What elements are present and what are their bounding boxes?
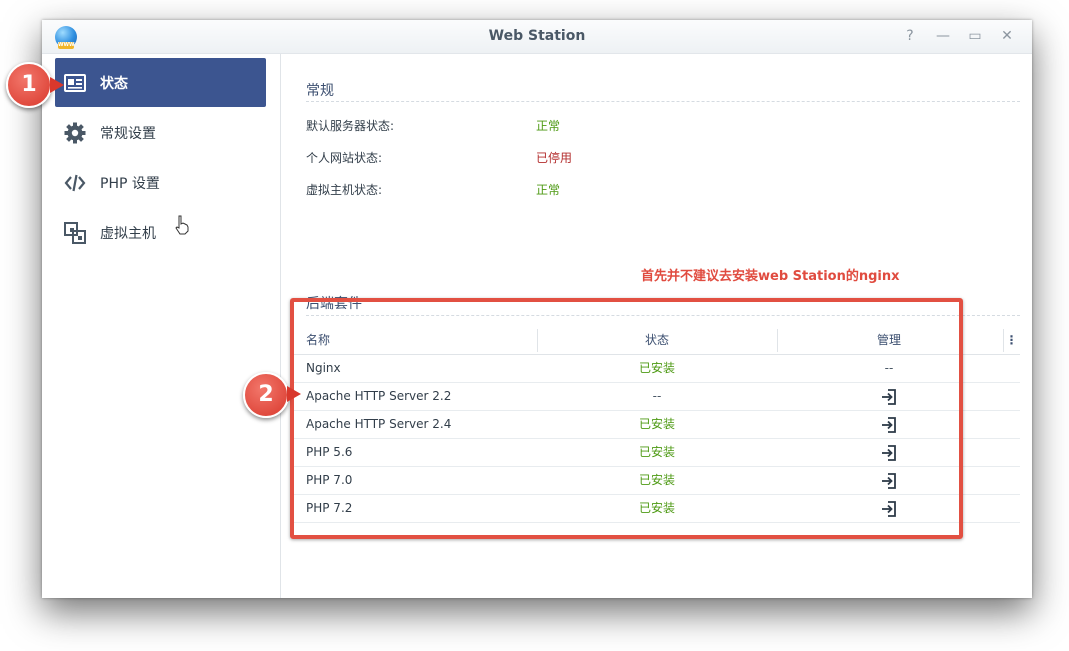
help-icon[interactable]: ? — [900, 27, 920, 45]
annotation-note: 首先并不建议去安装web Station的nginx — [639, 264, 902, 285]
maximize-icon[interactable]: ▭ — [965, 27, 985, 45]
code-icon — [63, 171, 87, 195]
sidebar-item-virtual-host[interactable]: 虚拟主机 — [55, 208, 266, 257]
default-server-status-value: 正常 — [536, 119, 561, 133]
close-icon[interactable]: ✕ — [997, 27, 1017, 45]
sidebar-item-label: 常规设置 — [100, 125, 156, 142]
sidebar-item-label: PHP 设置 — [100, 175, 160, 192]
sidebar-item-label: 状态 — [100, 75, 128, 92]
sidebar-item-general-settings[interactable]: 常规设置 — [55, 108, 266, 157]
annotation-highlight-box — [290, 298, 963, 539]
sidebar: 状态 常规设置 PHP 设置 虚拟主机 — [42, 54, 281, 598]
callout-badge-1: 1 — [6, 62, 52, 108]
minimize-icon[interactable]: — — [933, 27, 953, 45]
sidebar-item-php-settings[interactable]: PHP 设置 — [55, 158, 266, 207]
title-bar[interactable]: WWW Web Station ? — ▭ ✕ — [42, 20, 1032, 54]
column-options-icon[interactable]: ⋮ — [1003, 327, 1020, 354]
sidebar-item-label: 虚拟主机 — [100, 225, 156, 242]
divider — [306, 101, 1020, 102]
general-section-title: 常规 — [306, 83, 334, 99]
virtual-host-icon — [63, 221, 87, 245]
callout-pointer — [50, 77, 64, 93]
virtual-host-status-label: 虚拟主机状态: — [306, 183, 383, 197]
callout-badge-2: 2 — [243, 372, 289, 418]
virtual-host-status-value: 正常 — [536, 183, 561, 197]
personal-website-status-label: 个人网站状态: — [306, 151, 383, 165]
callout-pointer — [287, 386, 301, 402]
hand-cursor-icon — [174, 215, 190, 235]
sidebar-item-status[interactable]: 状态 — [55, 58, 266, 107]
gear-icon — [63, 121, 87, 145]
default-server-status-label: 默认服务器状态: — [306, 119, 395, 133]
personal-website-status-value: 已停用 — [536, 151, 573, 165]
status-card-icon — [63, 71, 87, 95]
window-title: Web Station — [488, 28, 586, 44]
